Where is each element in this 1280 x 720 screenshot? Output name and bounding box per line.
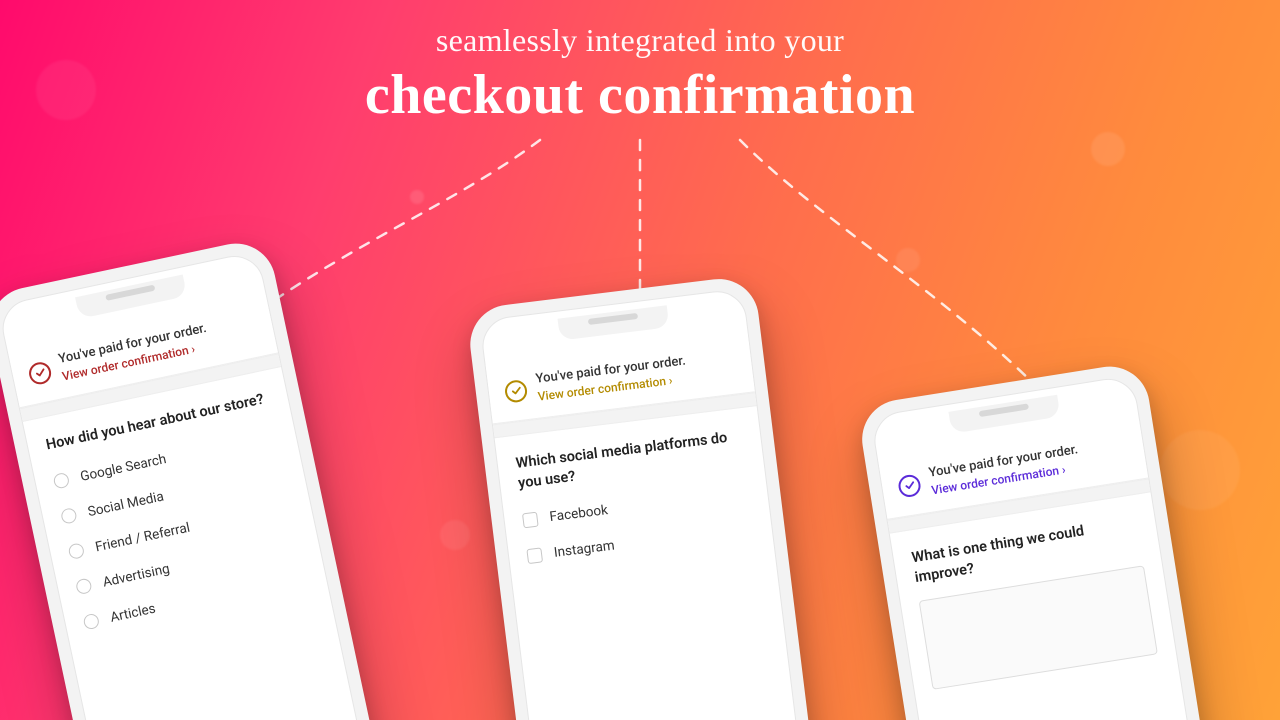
checkbox-icon	[522, 511, 539, 528]
checkbox-icon	[526, 547, 543, 564]
radio-icon	[75, 578, 93, 596]
option-label: Social Media	[86, 488, 165, 520]
bokeh-dot	[440, 520, 470, 550]
headline-line2: checkout confirmation	[0, 63, 1280, 127]
radio-icon	[60, 507, 78, 525]
bokeh-dot	[410, 190, 424, 204]
headline: seamlessly integrated into your checkout…	[0, 22, 1280, 127]
radio-icon	[53, 472, 71, 490]
phone-screen: You've paid for your order. View order c…	[870, 375, 1220, 720]
check-circle-icon	[504, 379, 529, 404]
check-circle-icon	[897, 473, 922, 498]
bokeh-dot	[896, 248, 920, 272]
phone-mockup-2: You've paid for your order. View order c…	[466, 274, 825, 720]
option-label: Facebook	[549, 502, 609, 525]
option-label: Instagram	[553, 538, 615, 561]
bokeh-dot	[1160, 430, 1240, 510]
phone-mockup-3: You've paid for your order. View order c…	[856, 361, 1233, 720]
phone-screen: You've paid for your order. View order c…	[0, 250, 373, 720]
radio-icon	[67, 542, 85, 560]
phone-screen: You've paid for your order. View order c…	[479, 288, 811, 720]
phone-speaker	[979, 403, 1029, 417]
phone-mockup-1: You've paid for your order. View order c…	[0, 236, 387, 720]
option-label: Articles	[109, 600, 157, 625]
radio-icon	[82, 613, 100, 631]
headline-line1: seamlessly integrated into your	[0, 22, 1280, 59]
promo-stage: seamlessly integrated into your checkout…	[0, 0, 1280, 720]
bokeh-dot	[1091, 132, 1125, 166]
option-label: Advertising	[101, 560, 171, 590]
phone-speaker	[588, 313, 638, 325]
check-circle-icon	[27, 360, 53, 386]
